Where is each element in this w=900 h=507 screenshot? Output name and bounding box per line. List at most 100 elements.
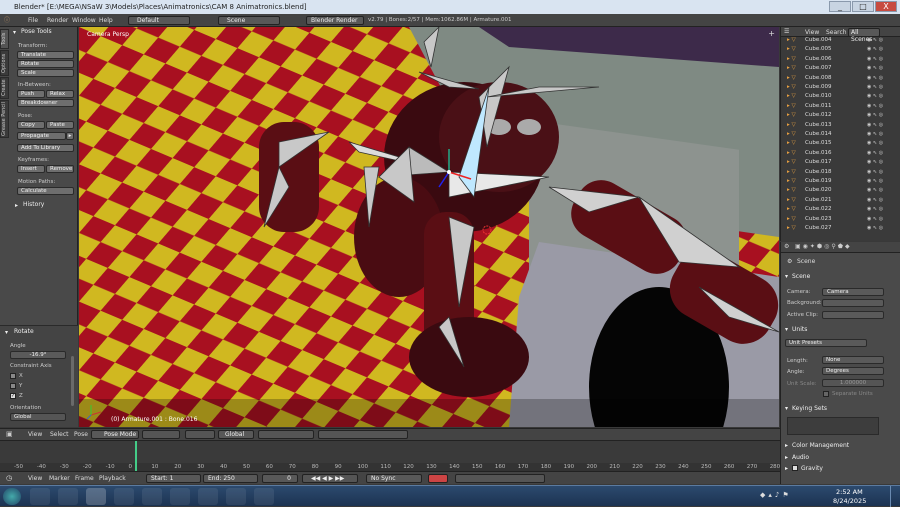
properties-tabs[interactable]: ⚙ ▣◉✦⬢◎⚲⬟◆	[781, 242, 900, 253]
scene-panel-header[interactable]: Scene	[792, 273, 810, 280]
object-mesh-icon[interactable]: ▸ ▽	[787, 150, 796, 157]
object-mesh-icon[interactable]: ▸ ▽	[787, 206, 796, 213]
units-panel-collapse-icon[interactable]: ▾	[785, 326, 788, 333]
visibility-toggle-icon[interactable]: ◉ ⇖ ◎	[867, 37, 883, 44]
object-mesh-icon[interactable]: ▸ ▽	[787, 84, 796, 91]
units-panel-header[interactable]: Units	[792, 326, 807, 333]
propagate-button[interactable]: Propagate	[17, 132, 66, 140]
editor-type-icon[interactable]: ▣	[6, 430, 13, 438]
end-frame-field[interactable]: End: 250	[203, 474, 258, 483]
paste-pose-button[interactable]: Paste	[46, 121, 74, 129]
show-desktop-button[interactable]	[890, 486, 900, 507]
outliner[interactable]: ☰ View Search All Scenes ▸ ▽ Cube.004 ◉ ⇖ …	[780, 27, 900, 241]
timeline-track[interactable]	[0, 441, 780, 463]
timeline-menu-view[interactable]: View	[28, 475, 42, 482]
visibility-toggle-icon[interactable]: ◉ ⇖ ◎	[867, 65, 883, 72]
outliner-item[interactable]: ▸ ▽ Cube.022 ◉ ⇖ ◎	[781, 206, 900, 213]
visibility-toggle-icon[interactable]: ◉ ⇖ ◎	[867, 112, 883, 119]
visibility-toggle-icon[interactable]: ◉ ⇖ ◎	[867, 46, 883, 53]
outliner-item[interactable]: ▸ ▽ Cube.027 ◉ ⇖ ◎	[781, 225, 900, 232]
snap-and-tools-buttons[interactable]	[318, 430, 408, 439]
outliner-menu-search[interactable]: Search	[826, 29, 847, 36]
gravity-checkbox[interactable]	[792, 465, 798, 471]
visibility-toggle-icon[interactable]: ◉ ⇖ ◎	[867, 216, 883, 223]
visibility-toggle-icon[interactable]: ◉ ⇖ ◎	[867, 187, 883, 194]
object-mesh-icon[interactable]: ▸ ▽	[787, 216, 796, 223]
menu-pose[interactable]: Pose	[74, 431, 88, 438]
timeline-menu-marker[interactable]: Marker	[49, 475, 70, 482]
timeline-menu-frame[interactable]: Frame	[75, 475, 94, 482]
current-frame-field[interactable]: 0	[262, 474, 298, 483]
object-mesh-icon[interactable]: ▸ ▽	[787, 131, 796, 138]
object-mesh-icon[interactable]: ▸ ▽	[787, 75, 796, 82]
operator-scrollbar[interactable]	[71, 356, 74, 406]
remove-keyframe-button[interactable]: Remove	[46, 165, 74, 173]
object-mesh-icon[interactable]: ▸ ▽	[787, 93, 796, 100]
object-mesh-icon[interactable]: ▸ ▽	[787, 103, 796, 110]
timeline-editor[interactable]: ◷ View Marker Frame Playback Start: 1 En…	[0, 440, 780, 484]
translate-button[interactable]: Translate	[17, 51, 74, 59]
visibility-toggle-icon[interactable]: ◉ ⇖ ◎	[867, 84, 883, 91]
visibility-toggle-icon[interactable]: ◉ ⇖ ◎	[867, 178, 883, 185]
scene-panel-collapse-icon[interactable]: ▾	[785, 273, 788, 280]
relax-button[interactable]: Relax	[46, 90, 74, 98]
axis-y-checkbox[interactable]	[10, 383, 16, 389]
camera-field[interactable]: Camera	[822, 288, 884, 296]
menu-window[interactable]: Window	[72, 14, 96, 27]
system-tray-icons[interactable]: ◆▴♪⚑	[760, 491, 792, 499]
push-button[interactable]: Push	[17, 90, 45, 98]
object-mesh-icon[interactable]: ▸ ▽	[787, 178, 796, 185]
clock-time[interactable]: 2:52 AM	[836, 488, 863, 496]
outliner-item[interactable]: ▸ ▽ Cube.019 ◉ ⇖ ◎	[781, 178, 900, 185]
taskbar-app-paint-icon[interactable]	[198, 488, 218, 505]
outliner-item[interactable]: ▸ ▽ Cube.023 ◉ ⇖ ◎	[781, 216, 900, 223]
screen-layout-select[interactable]: Default	[128, 16, 190, 25]
close-button[interactable]: X	[875, 1, 897, 12]
history-header[interactable]: History	[23, 201, 44, 208]
audio-collapse-icon[interactable]: ▸	[785, 454, 788, 461]
visibility-toggle-icon[interactable]: ◉ ⇖ ◎	[867, 225, 883, 232]
outliner-item[interactable]: ▸ ▽ Cube.020 ◉ ⇖ ◎	[781, 187, 900, 194]
shading-select[interactable]	[142, 430, 180, 439]
render-engine-select[interactable]: Blender Render	[306, 16, 364, 25]
outliner-item[interactable]: ▸ ▽ Cube.006 ◉ ⇖ ◎	[781, 56, 900, 63]
timeline-editor-icon[interactable]: ◷	[6, 474, 12, 482]
outliner-item[interactable]: ▸ ▽ Cube.017 ◉ ⇖ ◎	[781, 159, 900, 166]
scene-select[interactable]: Scene	[218, 16, 280, 25]
outliner-item[interactable]: ▸ ▽ Cube.005 ◉ ⇖ ◎	[781, 46, 900, 53]
outliner-item[interactable]: ▸ ▽ Cube.007 ◉ ⇖ ◎	[781, 65, 900, 72]
outliner-list[interactable]: ▸ ▽ Cube.004 ◉ ⇖ ◎ ▸ ▽ Cube.005 ◉ ⇖ ◎ ▸ ▽ Cube.…	[781, 37, 900, 241]
breakdowner-button[interactable]: Breakdowner	[17, 99, 74, 107]
object-mesh-icon[interactable]: ▸ ▽	[787, 197, 796, 204]
color-management-header[interactable]: Color Management	[792, 442, 849, 449]
propagate-dropdown-icon[interactable]: ▸	[66, 132, 74, 140]
keying-sets-header[interactable]: Keying Sets	[792, 405, 827, 412]
visibility-toggle-icon[interactable]: ◉ ⇖ ◎	[867, 206, 883, 213]
active-clip-field[interactable]	[822, 311, 884, 319]
object-mesh-icon[interactable]: ▸ ▽	[787, 159, 796, 166]
taskbar-app-mega-icon[interactable]	[142, 488, 162, 505]
outliner-item[interactable]: ▸ ▽ Cube.018 ◉ ⇖ ◎	[781, 169, 900, 176]
taskbar-app-folder-icon[interactable]	[170, 488, 190, 505]
outliner-item[interactable]: ▸ ▽ Cube.008 ◉ ⇖ ◎	[781, 75, 900, 82]
orientation-select[interactable]: Global	[10, 413, 66, 421]
visibility-toggle-icon[interactable]: ◉ ⇖ ◎	[867, 169, 883, 176]
outliner-item[interactable]: ▸ ▽ Cube.015 ◉ ⇖ ◎	[781, 140, 900, 147]
scale-button[interactable]: Scale	[17, 69, 74, 77]
angle-field[interactable]: -16.9°	[10, 351, 66, 359]
outliner-item[interactable]: ▸ ▽ Cube.004 ◉ ⇖ ◎	[781, 37, 900, 44]
visibility-toggle-icon[interactable]: ◉ ⇖ ◎	[867, 197, 883, 204]
object-mesh-icon[interactable]: ▸ ▽	[787, 46, 796, 53]
pivot-buttons[interactable]	[185, 430, 215, 439]
taskbar-app-chrome-icon[interactable]	[30, 488, 50, 505]
outliner-display-select[interactable]: All Scenes	[848, 28, 880, 43]
menu-render[interactable]: Render	[47, 14, 68, 27]
copy-pose-button[interactable]: Copy	[17, 121, 45, 129]
mode-select[interactable]: Pose Mode	[91, 430, 139, 439]
playback-controls[interactable]: ◀◀ ◀ ▶ ▶▶	[302, 474, 358, 483]
tab-create[interactable]: Create	[0, 77, 9, 99]
taskbar-app-store-icon[interactable]	[114, 488, 134, 505]
layer-buttons[interactable]	[258, 430, 314, 439]
viewport-add-icon[interactable]: +	[768, 29, 775, 38]
viewport-scene[interactable]	[79, 27, 779, 427]
